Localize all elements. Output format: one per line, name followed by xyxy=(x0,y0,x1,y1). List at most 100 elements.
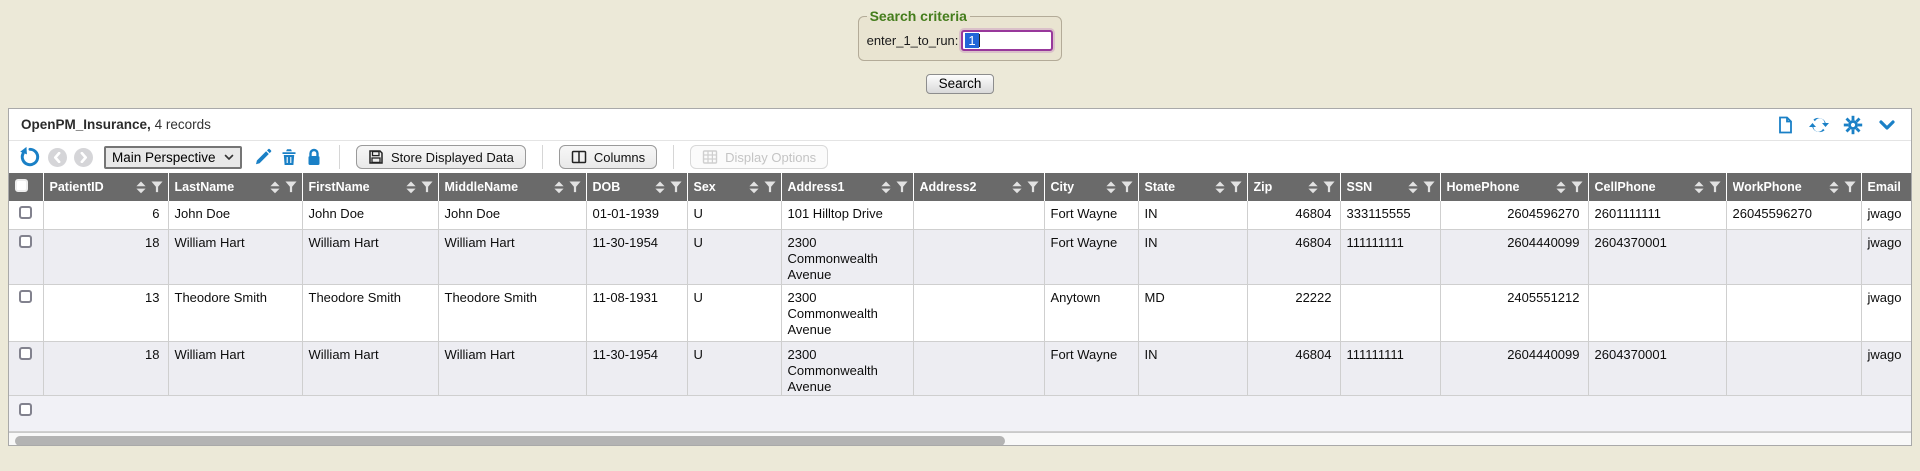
cell-city: Fort Wayne xyxy=(1044,229,1138,284)
col-header-first_name[interactable]: FirstName xyxy=(302,173,438,201)
col-header-middle_name[interactable]: MiddleName xyxy=(438,173,586,201)
filter-icon[interactable] xyxy=(1027,181,1039,193)
col-header-sex[interactable]: Sex xyxy=(687,173,781,201)
sort-icon[interactable] xyxy=(406,181,416,194)
sort-icon[interactable] xyxy=(554,181,564,194)
table-row: 13Theodore SmithTheodore SmithTheodore S… xyxy=(9,284,1911,341)
enter-1-to-run-label: enter_1_to_run: xyxy=(867,33,959,48)
col-header-home_phone[interactable]: HomePhone xyxy=(1440,173,1588,201)
filter-icon[interactable] xyxy=(421,181,433,193)
trash-icon[interactable] xyxy=(280,147,298,167)
sort-icon[interactable] xyxy=(1308,181,1318,194)
col-header-patient_id[interactable]: PatientID xyxy=(43,173,168,201)
filter-icon[interactable] xyxy=(1844,181,1856,193)
panel-title: OpenPM_Insurance, 4 records xyxy=(21,117,211,132)
sort-icon[interactable] xyxy=(1556,181,1566,194)
col-header-zip[interactable]: Zip xyxy=(1247,173,1340,201)
cell-city: Fort Wayne xyxy=(1044,341,1138,395)
cell-address1: 101 Hilltop Drive xyxy=(781,201,913,229)
pencil-icon[interactable] xyxy=(253,147,273,167)
sort-icon[interactable] xyxy=(749,181,759,194)
col-header-address1[interactable]: Address1 xyxy=(781,173,913,201)
cell-cell_phone: 2601111111 xyxy=(1588,201,1726,229)
enter-1-to-run-input[interactable]: 1 xyxy=(961,30,1053,51)
cell-last_name: William Hart xyxy=(168,341,302,395)
grid-header-row: PatientIDLastNameFirstNameMiddleNameDOBS… xyxy=(9,173,1911,201)
cell-address1: 2300 Commonwealth Avenue xyxy=(781,341,913,395)
sort-icon[interactable] xyxy=(1012,181,1022,194)
cell-last_name: Theodore Smith xyxy=(168,284,302,341)
col-header-state[interactable]: State xyxy=(1138,173,1247,201)
col-header-select[interactable] xyxy=(9,173,43,201)
undo-icon[interactable] xyxy=(19,146,41,168)
columns-button[interactable]: Columns xyxy=(559,145,657,169)
row-checkbox[interactable] xyxy=(19,403,32,416)
sort-icon[interactable] xyxy=(1694,181,1704,194)
gear-icon[interactable] xyxy=(1843,115,1863,135)
cell-email: jwago xyxy=(1861,341,1911,395)
filter-icon[interactable] xyxy=(569,181,581,193)
input-selected-text: 1 xyxy=(965,33,978,48)
scrollbar-thumb[interactable] xyxy=(15,436,1005,446)
filter-icon[interactable] xyxy=(1230,181,1242,193)
refresh-icon[interactable] xyxy=(1809,115,1829,135)
cell-ssn: 111111111 xyxy=(1340,341,1440,395)
filter-icon[interactable] xyxy=(896,181,908,193)
filter-icon[interactable] xyxy=(285,181,297,193)
filter-icon[interactable] xyxy=(1709,181,1721,193)
col-header-address2[interactable]: Address2 xyxy=(913,173,1044,201)
col-header-city[interactable]: City xyxy=(1044,173,1138,201)
display-options-button[interactable]: Display Options xyxy=(690,145,828,169)
cell-dob: 01-01-1939 xyxy=(586,201,687,229)
row-checkbox[interactable] xyxy=(19,206,32,219)
row-checkbox[interactable] xyxy=(19,347,32,360)
new-document-icon[interactable] xyxy=(1775,115,1795,135)
filter-icon[interactable] xyxy=(1323,181,1335,193)
col-header-ssn[interactable]: SSN xyxy=(1340,173,1440,201)
sort-icon[interactable] xyxy=(655,181,665,194)
col-header-work_phone[interactable]: WorkPhone xyxy=(1726,173,1861,201)
row-checkbox[interactable] xyxy=(19,290,32,303)
cell-dob: 11-30-1954 xyxy=(586,341,687,395)
cell-city: Fort Wayne xyxy=(1044,201,1138,229)
col-header-last_name[interactable]: LastName xyxy=(168,173,302,201)
sort-icon[interactable] xyxy=(881,181,891,194)
cell-address1: 2300 Commonwealth Avenue xyxy=(781,229,913,284)
col-header-cell_phone[interactable]: CellPhone xyxy=(1588,173,1726,201)
filter-icon[interactable] xyxy=(1423,181,1435,193)
cell-last_name: John Doe xyxy=(168,201,302,229)
filter-icon[interactable] xyxy=(1571,181,1583,193)
sort-icon[interactable] xyxy=(136,181,146,194)
select-all-checkbox[interactable] xyxy=(15,179,28,192)
cell-home_phone: 2604440099 xyxy=(1440,229,1588,284)
perspective-select[interactable]: Main Perspective xyxy=(104,146,242,169)
cell-patient_id: 6 xyxy=(43,201,168,229)
cell-address2 xyxy=(913,229,1044,284)
filter-icon[interactable] xyxy=(670,181,682,193)
store-displayed-data-button[interactable]: Store Displayed Data xyxy=(356,145,526,169)
sort-icon[interactable] xyxy=(1408,181,1418,194)
filter-icon[interactable] xyxy=(1121,181,1133,193)
filter-icon[interactable] xyxy=(151,181,163,193)
row-checkbox[interactable] xyxy=(19,235,32,248)
cell-work_phone xyxy=(1726,284,1861,341)
cell-work_phone: 26045596270 xyxy=(1726,201,1861,229)
cell-cell_phone xyxy=(1588,284,1726,341)
cell-state: IN xyxy=(1138,341,1247,395)
col-header-dob[interactable]: DOB xyxy=(586,173,687,201)
search-button[interactable]: Search xyxy=(926,74,995,94)
lock-icon[interactable] xyxy=(305,147,323,167)
col-header-email[interactable]: Email xyxy=(1861,173,1911,201)
sort-icon[interactable] xyxy=(1215,181,1225,194)
sort-icon[interactable] xyxy=(1106,181,1116,194)
cell-city: Anytown xyxy=(1044,284,1138,341)
toolbar: Main Perspective Store Displayed Data Co… xyxy=(9,141,1911,173)
prev-circle-icon[interactable] xyxy=(48,148,67,167)
cell-address2 xyxy=(913,284,1044,341)
sort-icon[interactable] xyxy=(270,181,280,194)
horizontal-scrollbar[interactable] xyxy=(9,432,1911,447)
filter-icon[interactable] xyxy=(764,181,776,193)
next-circle-icon[interactable] xyxy=(74,148,93,167)
chevron-down-icon[interactable] xyxy=(1877,115,1897,135)
sort-icon[interactable] xyxy=(1829,181,1839,194)
